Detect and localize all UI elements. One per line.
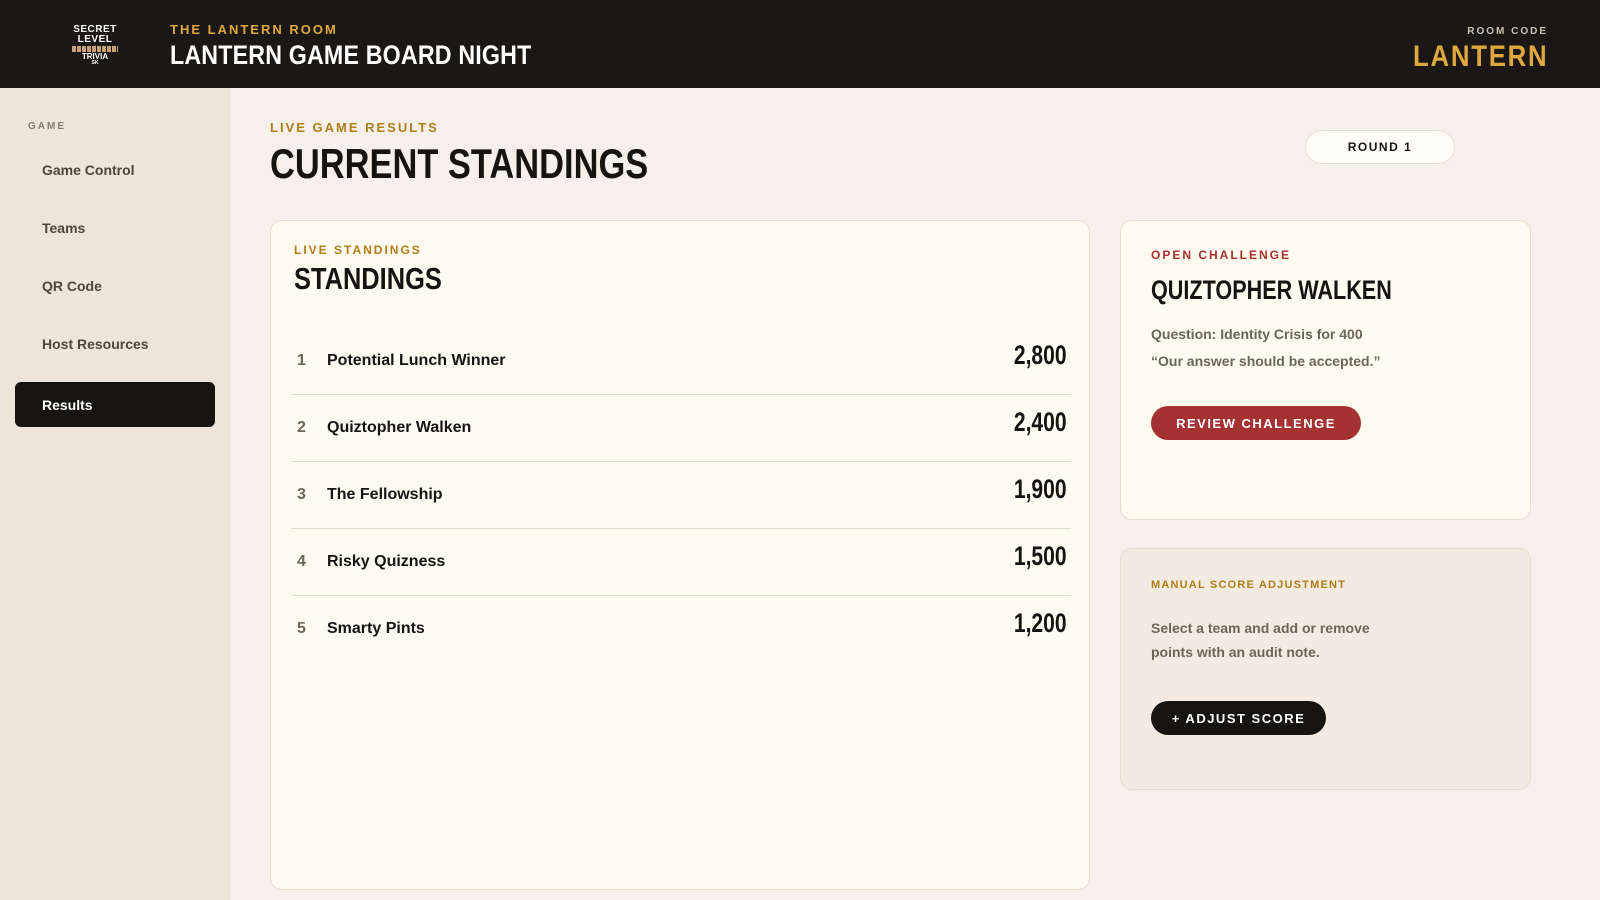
- standings-row: 4 Risky Quizness 1,500: [291, 529, 1071, 596]
- standings-card: LIVE STANDINGS STANDINGS 1 Potential Lun…: [270, 220, 1090, 890]
- review-challenge-button[interactable]: REVIEW CHALLENGE: [1151, 406, 1361, 440]
- standings-row: 1 Potential Lunch Winner 2,800: [291, 328, 1071, 395]
- standings-row: 5 Smarty Pints 1,200: [291, 596, 1071, 663]
- logo-line-1: SECRET: [73, 23, 117, 35]
- sidebar-item-label: Game Control: [42, 161, 135, 178]
- sidebar-item-game-control[interactable]: Game Control: [15, 147, 215, 192]
- team-score: 2,400: [1014, 407, 1067, 437]
- adjust-score-button[interactable]: + ADJUST SCORE: [1151, 701, 1326, 735]
- sidebar-item-results[interactable]: Results: [15, 382, 215, 427]
- manual-score-adjustment-card: MANUAL SCORE ADJUSTMENT Select a team an…: [1120, 548, 1531, 790]
- standings-row: 3 The Fellowship 1,900: [291, 462, 1071, 529]
- challenge-kicker: OPEN CHALLENGE: [1151, 248, 1292, 262]
- adjustment-description: Select a team and add or remove points w…: [1151, 620, 1370, 660]
- team-score: 1,500: [1014, 541, 1067, 571]
- team-name: The Fellowship: [327, 486, 443, 503]
- sidebar-item-teams[interactable]: Teams: [15, 205, 215, 250]
- standings-title: STANDINGS: [294, 261, 442, 296]
- open-challenge-card: OPEN CHALLENGE QUIZTOPHER WALKEN Questio…: [1120, 220, 1531, 520]
- room-code-label: ROOM CODE: [1467, 26, 1548, 37]
- sidebar-item-label: Host Resources: [42, 335, 149, 352]
- top-bar: SECRET LEVEL TRIVIA SK THE LANTERN ROOM …: [0, 0, 1600, 88]
- room-code-value: LANTERN: [1412, 40, 1548, 73]
- team-rank: 5: [297, 620, 306, 637]
- sidebar-item-host-resources[interactable]: Host Resources: [15, 321, 215, 366]
- sidebar-item-label: Teams: [42, 219, 86, 236]
- standings-row: 2 Quiztopher Walken 2,400: [291, 395, 1071, 462]
- sidebar-item-label: Results: [42, 396, 93, 413]
- sidebar: GAME Game Control Teams QR Code Host Res…: [0, 88, 230, 900]
- challenge-question: Question: Identity Crisis for 400: [1151, 326, 1363, 342]
- team-rank: 3: [297, 486, 306, 503]
- team-rank: 1: [297, 352, 306, 369]
- challenge-team-name: QUIZTOPHER WALKEN: [1151, 275, 1392, 305]
- team-name: Potential Lunch Winner: [327, 352, 506, 369]
- event-title: LANTERN GAME BOARD NIGHT: [170, 40, 532, 70]
- sidebar-heading: GAME: [28, 121, 66, 132]
- team-name: Risky Quizness: [327, 553, 446, 570]
- team-rank: 2: [297, 419, 306, 436]
- sidebar-item-qr-code[interactable]: QR Code: [15, 263, 215, 308]
- round-badge: ROUND 1: [1305, 130, 1455, 164]
- challenge-quote: “Our answer should be accepted.”: [1151, 353, 1381, 369]
- logo-bricks: [72, 45, 118, 52]
- page-title: CURRENT STANDINGS: [270, 140, 649, 187]
- page-kicker: LIVE GAME RESULTS: [270, 120, 439, 135]
- team-score: 1,200: [1014, 608, 1067, 638]
- team-name: Smarty Pints: [327, 620, 425, 637]
- team-score: 2,800: [1014, 340, 1067, 370]
- standings-kicker: LIVE STANDINGS: [294, 243, 422, 257]
- adjustment-kicker: MANUAL SCORE ADJUSTMENT: [1151, 579, 1347, 591]
- team-rank: 4: [297, 553, 306, 570]
- secret-level-trivia-logo: SECRET LEVEL TRIVIA SK: [70, 24, 120, 66]
- team-name: Quiztopher Walken: [327, 419, 472, 436]
- team-score: 1,900: [1014, 474, 1067, 504]
- sidebar-item-label: QR Code: [42, 277, 102, 294]
- logo-line-2: LEVEL: [77, 33, 113, 45]
- logo-line-4: SK: [91, 59, 99, 66]
- venue-name: THE LANTERN ROOM: [170, 22, 338, 37]
